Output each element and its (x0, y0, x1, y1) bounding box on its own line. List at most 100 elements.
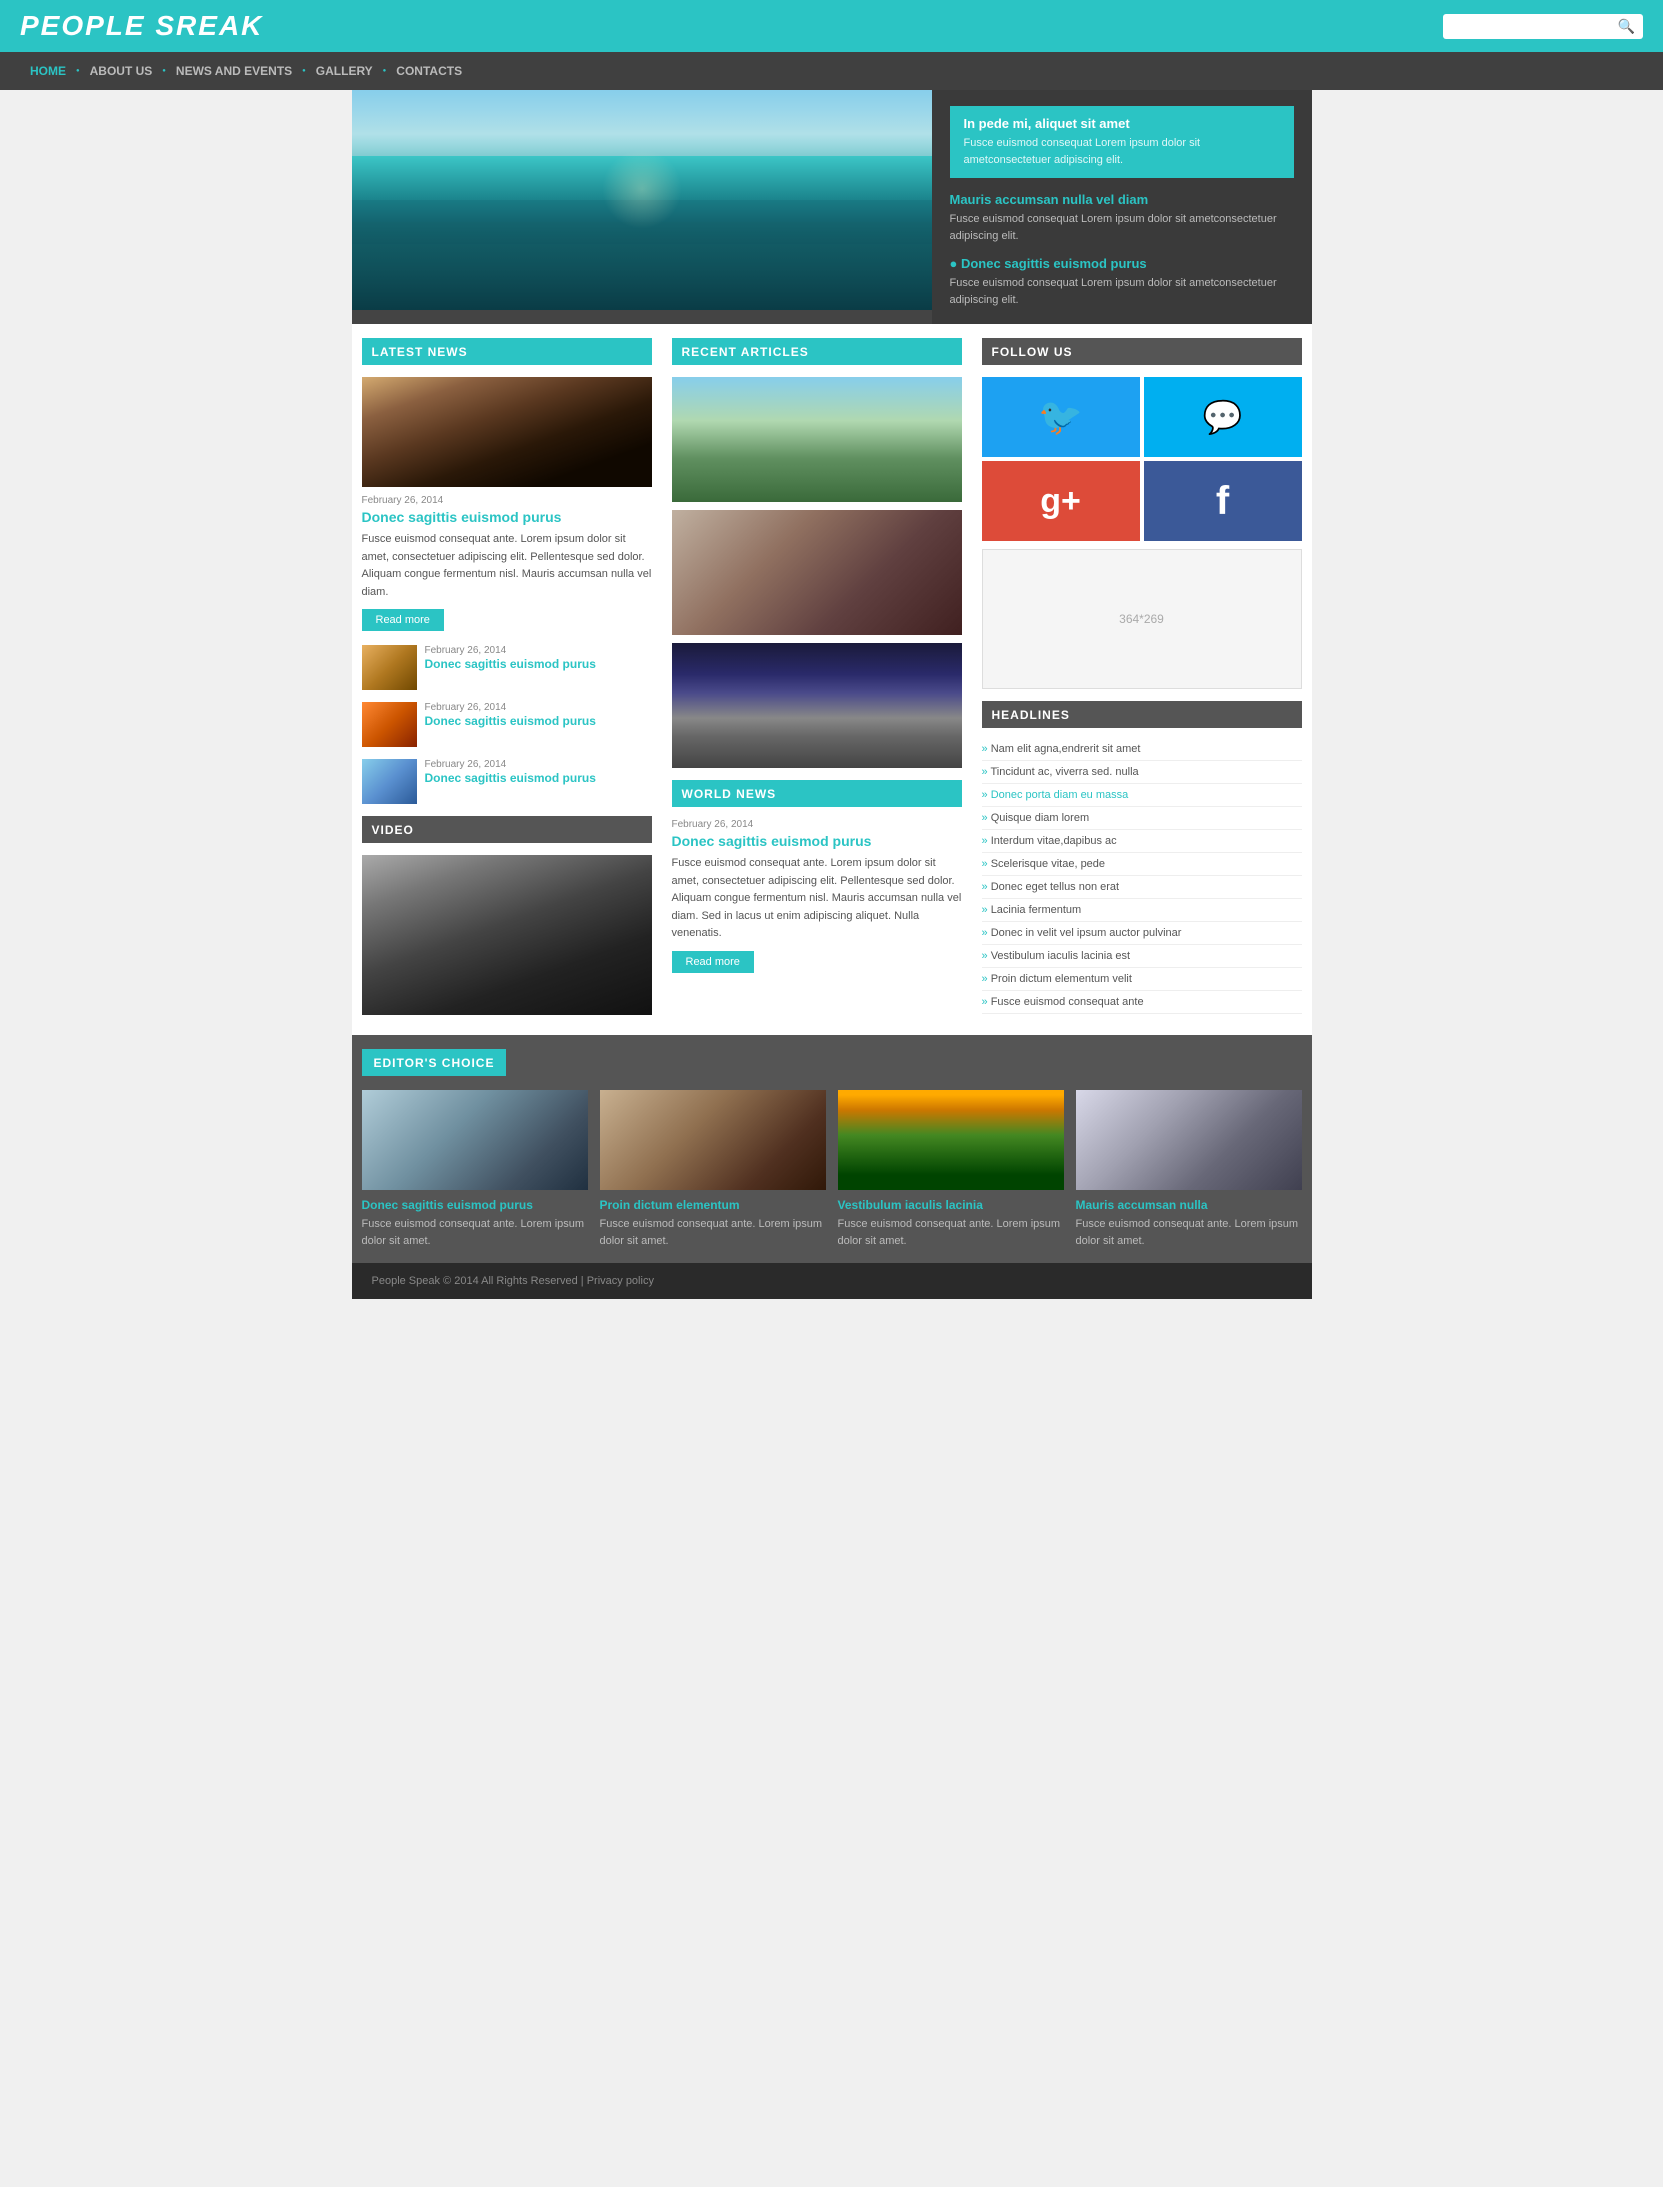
world-news-header: WORLD NEWS (672, 780, 962, 807)
headline-item-3[interactable]: » Quisque diam lorem (982, 807, 1302, 830)
hero-item-1-text: Fusce euismod consequat Lorem ipsum dolo… (950, 211, 1294, 244)
headline-item-6[interactable]: » Donec eget tellus non erat (982, 876, 1302, 899)
recent-articles-header: RECENT ARTICLES (672, 338, 962, 365)
editor-item-2-title[interactable]: Vestibulum iaculis lacinia (838, 1198, 1064, 1212)
footer: People Speak © 2014 All Rights Reserved … (352, 1263, 1312, 1299)
nav-home[interactable]: HOME (20, 52, 76, 90)
editor-item-0-image (362, 1090, 588, 1190)
twitter-button[interactable]: 🐦 (982, 377, 1140, 457)
headline-item-2[interactable]: » Donec porta diam eu massa (982, 784, 1302, 807)
editors-grid: Donec sagittis euismod purus Fusce euism… (362, 1090, 1302, 1249)
headline-item-4[interactable]: » Interdum vitae,dapibus ac (982, 830, 1302, 853)
follow-us-title: FOLLOW US (992, 345, 1073, 359)
hero-section: In pede mi, aliquet sit amet Fusce euism… (352, 90, 1312, 324)
latest-news-title: LATEST NEWS (372, 345, 468, 359)
search-container: 🔍 (1443, 14, 1643, 39)
nav-contacts[interactable]: CONTACTS (386, 52, 472, 90)
small-article-1-title[interactable]: Donec sagittis euismod purus (425, 657, 596, 671)
nav-gallery[interactable]: GALLERY (306, 52, 383, 90)
social-grid: 🐦 💬 g+ f (982, 377, 1302, 541)
editor-item-2-text: Fusce euismod consequat ante. Lorem ipsu… (838, 1216, 1064, 1249)
editor-item-0-text: Fusce euismod consequat ante. Lorem ipsu… (362, 1216, 588, 1249)
hero-item-2-text: Fusce euismod consequat Lorem ipsum dolo… (950, 275, 1294, 308)
main-article-date: February 26, 2014 (362, 495, 652, 506)
headline-item-9[interactable]: » Vestibulum iaculis lacinia est (982, 945, 1302, 968)
skype-button[interactable]: 💬 (1144, 377, 1302, 457)
hero-image (352, 90, 932, 310)
hero-highlight-title: In pede mi, aliquet sit amet (964, 116, 1280, 131)
editor-item-1-text: Fusce euismod consequat ante. Lorem ipsu… (600, 1216, 826, 1249)
facebook-icon: f (1216, 479, 1229, 524)
small-article-1-image (362, 645, 417, 690)
google-plus-button[interactable]: g+ (982, 461, 1140, 541)
facebook-button[interactable]: f (1144, 461, 1302, 541)
main-article-title[interactable]: Donec sagittis euismod purus (362, 509, 652, 525)
headlines-title: HEADLINES (992, 708, 1070, 722)
hero-item-1-title: Mauris accumsan nulla vel diam (950, 192, 1294, 207)
main-article-text: Fusce euismod consequat ante. Lorem ipsu… (362, 531, 652, 601)
three-col-section: LATEST NEWS February 26, 2014 Donec sagi… (352, 338, 1312, 1035)
nav-news[interactable]: NEWS AND EVENTS (166, 52, 302, 90)
editor-item-3-title[interactable]: Mauris accumsan nulla (1076, 1198, 1302, 1212)
footer-text: People Speak © 2014 All Rights Reserved … (372, 1275, 1292, 1287)
nav-about[interactable]: ABOUT US (80, 52, 163, 90)
navbar: HOME ● ABOUT US ● NEWS AND EVENTS ● GALL… (0, 52, 1663, 90)
ad-size-label: 364*269 (1119, 612, 1164, 626)
small-article-2-title[interactable]: Donec sagittis euismod purus (425, 714, 596, 728)
editor-item-2-image (838, 1090, 1064, 1190)
main-article-read-more[interactable]: Read more (362, 609, 444, 631)
editor-item-1-image (600, 1090, 826, 1190)
editors-choice-section: EDITOR'S CHOICE Donec sagittis euismod p… (352, 1035, 1312, 1263)
search-icon[interactable]: 🔍 (1618, 18, 1635, 35)
headline-item-7[interactable]: » Lacinia fermentum (982, 899, 1302, 922)
world-news-title: WORLD NEWS (682, 787, 777, 801)
small-article-3-info: February 26, 2014 Donec sagittis euismod… (425, 759, 596, 785)
small-article-3: February 26, 2014 Donec sagittis euismod… (362, 759, 652, 804)
latest-news-header: LATEST NEWS (362, 338, 652, 365)
twitter-icon: 🐦 (1038, 396, 1083, 438)
video-header: VIDEO (362, 816, 652, 843)
right-col: FOLLOW US 🐦 💬 g+ f 364*269 HEADLINES (972, 338, 1312, 1015)
hero-text-panel: In pede mi, aliquet sit amet Fusce euism… (932, 90, 1312, 324)
editor-item-3: Mauris accumsan nulla Fusce euismod cons… (1076, 1090, 1302, 1249)
small-article-2-image (362, 702, 417, 747)
headline-item-1[interactable]: » Tincidunt ac, viverra sed. nulla (982, 761, 1302, 784)
follow-us-header: FOLLOW US (982, 338, 1302, 365)
editor-item-1-title[interactable]: Proin dictum elementum (600, 1198, 826, 1212)
headline-item-10[interactable]: » Proin dictum elementum velit (982, 968, 1302, 991)
hero-item-1: Mauris accumsan nulla vel diam Fusce eui… (950, 192, 1294, 244)
logo: PEOPLE SREAK (20, 10, 263, 42)
headline-item-8[interactable]: » Donec in velit vel ipsum auctor pulvin… (982, 922, 1302, 945)
small-article-2-date: February 26, 2014 (425, 702, 596, 713)
world-news-article-title[interactable]: Donec sagittis euismod purus (672, 833, 962, 849)
headline-item-5[interactable]: » Scelerisque vitae, pede (982, 853, 1302, 876)
video-title: VIDEO (372, 823, 414, 837)
editor-item-3-image (1076, 1090, 1302, 1190)
small-article-3-title[interactable]: Donec sagittis euismod purus (425, 771, 596, 785)
article-img-city (672, 643, 962, 768)
world-news-date: February 26, 2014 (672, 819, 962, 830)
hero-item-2-title: ● Donec sagittis euismod purus (950, 256, 1294, 271)
main-article-image (362, 377, 652, 487)
small-article-2-info: February 26, 2014 Donec sagittis euismod… (425, 702, 596, 728)
headlines-list: » Nam elit agna,endrerit sit amet » Tinc… (982, 738, 1302, 1014)
article-img-woman (672, 510, 962, 635)
small-article-3-image (362, 759, 417, 804)
editors-choice-header: EDITOR'S CHOICE (362, 1049, 507, 1076)
hero-highlight-box: In pede mi, aliquet sit amet Fusce euism… (950, 106, 1294, 178)
recent-articles-title: RECENT ARTICLES (682, 345, 809, 359)
small-article-3-date: February 26, 2014 (425, 759, 596, 770)
mid-col: RECENT ARTICLES WORLD NEWS February 26, … (662, 338, 972, 1015)
article-img-wind (672, 377, 962, 502)
header: PEOPLE SREAK 🔍 (0, 0, 1663, 52)
ad-placeholder: 364*269 (982, 549, 1302, 689)
hero-highlight-text: Fusce euismod consequat Lorem ipsum dolo… (964, 135, 1280, 168)
skype-icon: 💬 (1203, 398, 1243, 436)
world-news-article-text: Fusce euismod consequat ante. Lorem ipsu… (672, 855, 962, 943)
search-input[interactable] (1451, 19, 1618, 33)
editor-item-0-title[interactable]: Donec sagittis euismod purus (362, 1198, 588, 1212)
headline-item-0[interactable]: » Nam elit agna,endrerit sit amet (982, 738, 1302, 761)
small-article-1-date: February 26, 2014 (425, 645, 596, 656)
headline-item-11[interactable]: » Fusce euismod consequat ante (982, 991, 1302, 1014)
world-news-read-more[interactable]: Read more (672, 951, 754, 973)
